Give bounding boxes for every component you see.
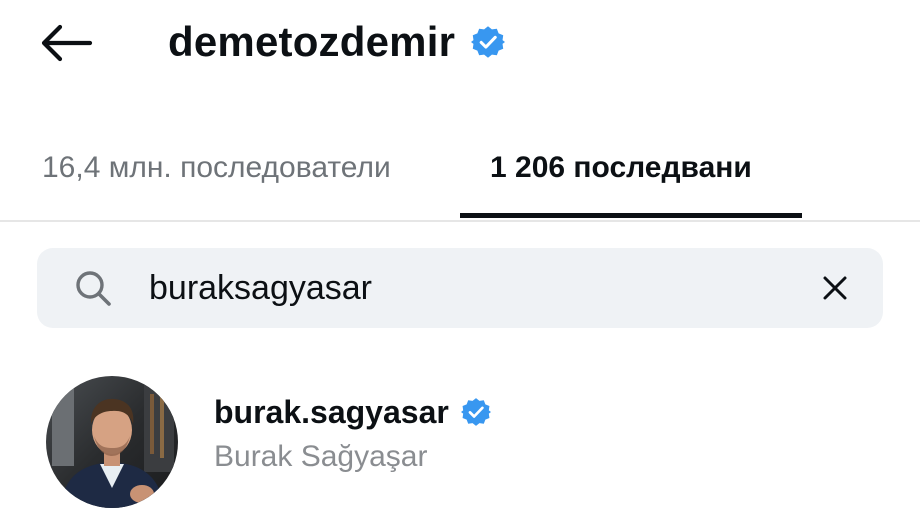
result-username: burak.sagyasar bbox=[214, 393, 449, 430]
arrow-left-icon bbox=[41, 24, 93, 62]
avatar[interactable] bbox=[46, 376, 178, 508]
result-full-name: Burak Sağyaşar bbox=[214, 440, 428, 473]
tab-following[interactable]: 1 206 последвани bbox=[490, 138, 752, 198]
active-tab-indicator bbox=[460, 213, 802, 218]
search-bar bbox=[37, 248, 883, 328]
profile-header: demetozdemir bbox=[168, 14, 506, 70]
close-icon bbox=[823, 276, 847, 300]
page-title: demetozdemir bbox=[168, 18, 456, 65]
follow-tabs: 16,4 млн. последователи 1 206 последвани bbox=[0, 128, 920, 222]
search-input[interactable] bbox=[149, 262, 789, 314]
list-item[interactable]: burak.sagyasar Burak Sağyaşar bbox=[0, 372, 920, 512]
tab-followers[interactable]: 16,4 млн. последователи bbox=[42, 138, 391, 198]
search-icon bbox=[73, 268, 113, 308]
verified-badge-icon bbox=[460, 397, 491, 427]
result-text: burak.sagyasar Burak Sağyaşar bbox=[214, 390, 491, 474]
clear-search-button[interactable] bbox=[817, 270, 853, 306]
back-button[interactable] bbox=[36, 20, 96, 66]
verified-badge-icon bbox=[471, 25, 506, 59]
username-row: burak.sagyasar bbox=[214, 390, 491, 434]
following-screen: demetozdemir 16,4 млн. последователи 1 2… bbox=[0, 0, 920, 526]
